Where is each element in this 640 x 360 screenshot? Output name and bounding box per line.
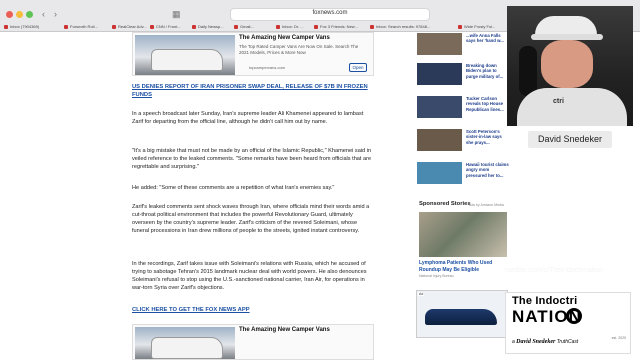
sponsored-title[interactable]: Lymphoma Patients Who Used Roundup May B…	[419, 260, 509, 273]
paragraph-3: He added: "Some of these comments are a …	[132, 185, 335, 191]
magnifier-icon	[566, 308, 582, 324]
bookmark-item[interactable]: RealClear Adv...	[112, 24, 148, 29]
adchoices-label[interactable]: Ads by Amazon Media	[469, 203, 504, 207]
ad-domain: topcampervans.com	[249, 65, 286, 70]
host-shirt: ctri	[517, 88, 627, 126]
camper-van-ad-bottom[interactable]: The Amazing New Camper Vans	[132, 324, 374, 360]
camper-van-image	[135, 327, 235, 359]
bookmark-item[interactable]: Foxworth Roll...	[64, 24, 110, 29]
sidebar-story[interactable]: ...wife Anna Falls says her 'hand w...	[417, 32, 509, 58]
bookmark-item[interactable]: Inbox (7904369)	[4, 24, 62, 29]
bookmark-item[interactable]: Inbox: Dr. ...	[276, 24, 312, 29]
microphone-icon	[519, 46, 537, 96]
host-cap-brim	[531, 34, 603, 40]
logo-byline-suffix: TruthCast	[556, 339, 579, 345]
logo-byline-name: David Snedeker	[516, 339, 556, 345]
camper-van-image	[135, 35, 235, 75]
bookmark-item[interactable]: Fox 3 Friends: New...	[314, 24, 368, 29]
related-headline-link[interactable]: US DENIES REPORT OF IRAN PRISONER SWAP D…	[132, 83, 374, 99]
car-ad[interactable]: Ad	[416, 290, 508, 338]
story-headline[interactable]: Scott Peterson's sister-in-law says she …	[466, 129, 509, 145]
ad-tag: Ad	[418, 292, 425, 296]
logo-byline: a David Snedeker TruthCast	[512, 339, 578, 345]
maximize-window-button[interactable]	[26, 11, 33, 18]
story-headline[interactable]: Tucker Carlson reveals top House Republi…	[466, 96, 509, 112]
sponsored-stories-heading: Sponsored Stories	[419, 201, 471, 207]
sidebar-story[interactable]: Hawaii tourist claims angry mom pressure…	[417, 161, 509, 187]
sponsored-image[interactable]	[419, 212, 507, 257]
logo-est: est. 2020	[611, 336, 626, 340]
webcam-overlay: ctri	[507, 6, 633, 126]
ad-body: The Top Rated Camper Vans Are Now On Sal…	[239, 44, 359, 55]
minimize-window-button[interactable]	[16, 11, 23, 18]
sidebar-story[interactable]: Breaking down Biden's plan to purge mili…	[417, 62, 509, 88]
ad-open-button[interactable]: Open	[349, 63, 367, 72]
host-name-tag: David Snedeker	[528, 131, 612, 148]
fox-app-link[interactable]: CLICK HERE TO GET THE FOX NEWS APP	[132, 306, 374, 314]
camper-van-ad-top[interactable]: The Amazing New Camper Vans The Top Rate…	[132, 32, 374, 76]
paragraph-5: In the recordings, Zarif takes issue wit…	[132, 261, 367, 291]
story-thumbnail	[417, 63, 462, 85]
url-bar[interactable]: foxnews.com	[230, 8, 430, 21]
shirt-text: ctri	[553, 98, 564, 105]
bookmark-item[interactable]: Wide Frosty Fol...	[458, 24, 504, 29]
story-thumbnail	[417, 33, 462, 55]
ad-title[interactable]: The Amazing New Camper Vans	[239, 35, 330, 41]
logo-line-1: The Indoctri	[512, 295, 578, 307]
paragraph-1: In a speech broadcast later Sunday, Iran…	[132, 111, 364, 125]
bookmark-item[interactable]: Inbox: Search results: 97848...	[370, 24, 456, 29]
shield-icon[interactable]: ▦	[172, 9, 181, 19]
show-logo: The Indoctri NATION a David Snedeker Tru…	[505, 292, 631, 354]
bookmark-item[interactable]: Daily Newsp...	[192, 24, 232, 29]
sidebar: ...wife Anna Falls says her 'hand w... B…	[415, 32, 510, 360]
close-window-button[interactable]	[6, 11, 13, 18]
story-thumbnail	[417, 96, 462, 118]
sidebar-story[interactable]: Tucker Carlson reveals top House Republi…	[417, 95, 509, 121]
sidebar-story[interactable]: Scott Peterson's sister-in-law says she …	[417, 128, 509, 154]
paragraph-4: Zarif's leaked comments sent shock waves…	[132, 204, 370, 234]
logo-byline-prefix: a	[512, 339, 515, 345]
paragraph-2: "It's a big mistake that must not be mad…	[132, 148, 372, 170]
bookmark-item[interactable]: CNN / Front...	[150, 24, 190, 29]
host-face	[541, 40, 593, 88]
url-text: foxnews.com	[312, 10, 348, 16]
story-headline[interactable]: ...wife Anna Falls says her 'hand w...	[466, 33, 509, 44]
channel-watermark: rumble.com/c/TheIndoctrination	[505, 267, 604, 274]
story-thumbnail	[417, 129, 462, 151]
ad-title[interactable]: The Amazing New Camper Vans	[239, 327, 330, 333]
story-headline[interactable]: Hawaii tourist claims angry mom pressure…	[466, 162, 509, 178]
bookmark-item[interactable]: Gmail...	[234, 24, 274, 29]
sponsored-source: National Injury Bureau	[419, 274, 454, 278]
car-image	[425, 309, 497, 325]
back-arrow-icon[interactable]: ‹	[42, 9, 45, 19]
story-headline[interactable]: Breaking down Biden's plan to purge mili…	[466, 63, 509, 79]
forward-arrow-icon[interactable]: ›	[54, 9, 57, 19]
story-thumbnail	[417, 162, 462, 184]
article-column: The Amazing New Camper Vans The Top Rate…	[130, 32, 376, 360]
